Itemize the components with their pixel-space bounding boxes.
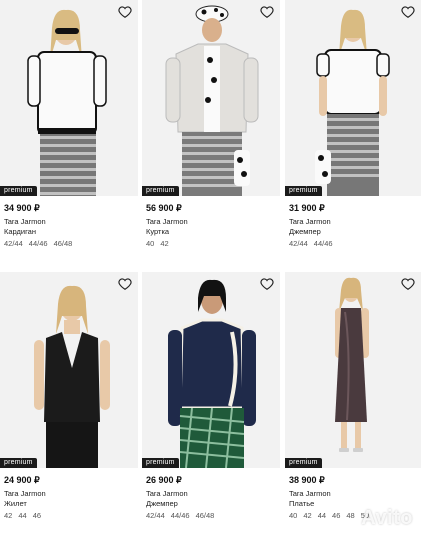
product-type: Жилет [4,499,27,508]
size-option: 40 [146,239,155,248]
premium-badge: premium [142,186,179,196]
premium-badge: premium [142,458,179,468]
size-option: 42 [303,511,312,520]
size-option: 44 [18,511,27,520]
heart-outline-icon[interactable] [401,277,415,291]
product-price: 31 900 ₽ [289,203,325,213]
product-sizes: 42/44 44/46 46/48 [4,239,78,248]
product-sizes: 40 42 [146,239,175,248]
premium-badge: premium [285,186,322,196]
size-option: 46/48 [195,511,215,520]
product-type: Куртка [146,227,170,236]
product-sizes: 42 44 46 [4,511,47,520]
product-photo[interactable] [285,272,421,468]
size-option: 46/48 [53,239,73,248]
product-type: Джемпер [146,499,178,508]
premium-badge: premium [285,458,322,468]
avito-watermark: Avito [361,507,413,529]
product-grid: premium 34 900 ₽ Tara Jarmon Кардиган 42… [0,0,421,540]
product-photo[interactable] [142,0,280,196]
size-option: 46 [332,511,341,520]
size-option: 42 [160,239,169,248]
product-sizes: 42/44 44/46 [289,239,339,248]
product-price: 34 900 ₽ [4,203,40,213]
heart-outline-icon[interactable] [260,5,274,19]
size-option: 42 [4,511,13,520]
product-type: Платье [289,499,315,508]
premium-badge: premium [0,458,37,468]
product-brand: Tara Jarmon [146,217,188,226]
size-option: 46 [32,511,42,520]
product-photo[interactable] [285,0,421,196]
product-sizes: 42/44 44/46 46/48 [146,511,220,520]
product-brand: Tara Jarmon [146,489,188,498]
product-brand: Tara Jarmon [289,489,331,498]
size-option: 42/44 [146,511,165,520]
product-photo[interactable] [0,272,138,468]
product-type: Кардиган [4,227,36,236]
heart-outline-icon[interactable] [118,5,132,19]
size-option: 42/44 [289,239,308,248]
size-option: 44/46 [28,239,48,248]
product-photo[interactable] [142,272,280,468]
heart-outline-icon[interactable] [118,277,132,291]
size-option: 42/44 [4,239,23,248]
size-option: 44 [317,511,327,520]
product-photo[interactable] [0,0,138,196]
size-option: 48 [346,511,355,520]
product-price: 26 900 ₽ [146,475,182,485]
product-type: Джемпер [289,227,321,236]
product-price: 38 900 ₽ [289,475,325,485]
heart-outline-icon[interactable] [260,277,274,291]
product-brand: Tara Jarmon [4,217,46,226]
product-price: 56 900 ₽ [146,203,182,213]
size-option: 40 [289,511,298,520]
heart-outline-icon[interactable] [401,5,415,19]
product-price: 24 900 ₽ [4,475,40,485]
size-option: 44/46 [170,511,190,520]
product-brand: Tara Jarmon [4,489,46,498]
product-brand: Tara Jarmon [289,217,331,226]
size-option: 44/46 [313,239,333,248]
premium-badge: premium [0,186,37,196]
